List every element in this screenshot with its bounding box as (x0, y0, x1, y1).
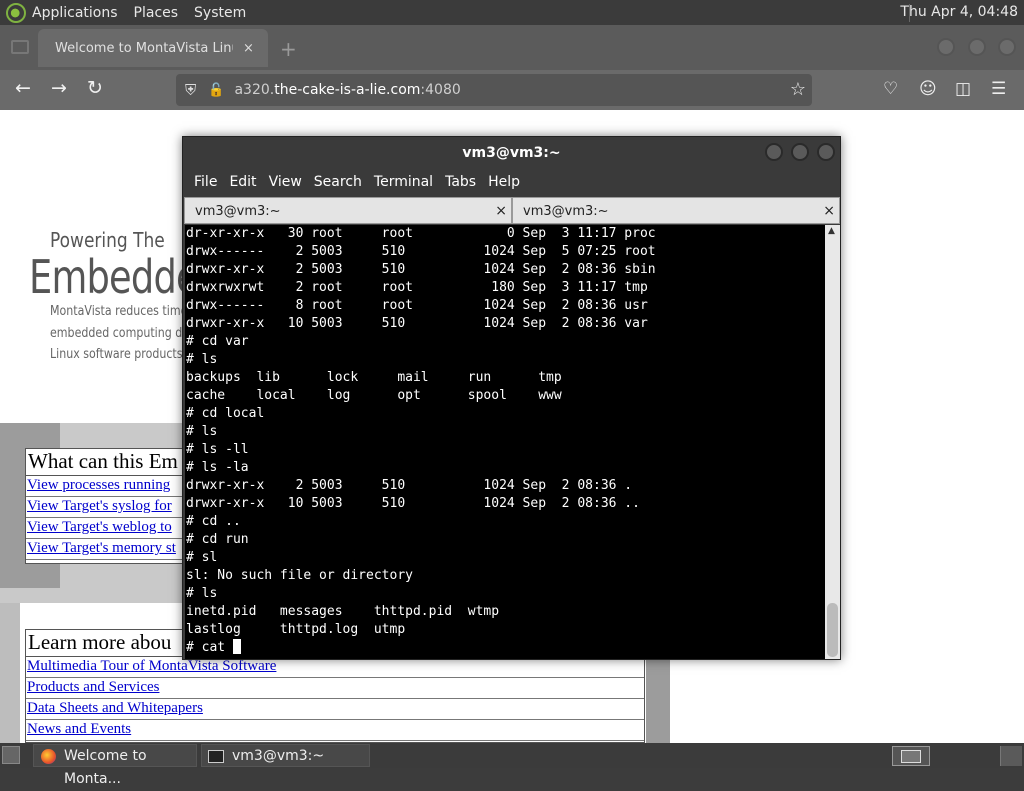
tracking-shield-icon[interactable]: ⛨ (185, 81, 196, 99)
menu-edit[interactable]: Edit (229, 174, 256, 190)
clock[interactable]: Thu Apr 4, 04:48 (900, 4, 1018, 20)
back-arrow-icon[interactable]: ← (15, 77, 31, 99)
scroll-up-icon[interactable]: ▲ (828, 226, 835, 236)
close-tab-icon[interactable]: × (243, 41, 254, 56)
browser-tab[interactable]: Welcome to MontaVista Linux × (38, 29, 268, 67)
top-panel: Applications Places System Thu Apr 4, 04… (0, 0, 1024, 25)
decorative-bar (0, 603, 20, 743)
terminal-tab-label: vm3@vm3:~ (195, 204, 281, 219)
show-desktop-icon[interactable] (2, 746, 20, 764)
workspace-switcher[interactable] (892, 746, 930, 766)
link-products-services[interactable]: Products and Services (26, 678, 644, 699)
menu-terminal[interactable]: Terminal (374, 174, 433, 190)
intro-line: Linux software products an (50, 347, 200, 362)
workspace-1[interactable] (901, 750, 921, 763)
link-multimedia-tour[interactable]: Multimedia Tour of MontaVista Software (26, 657, 644, 678)
new-tab-button[interactable]: + (280, 37, 297, 61)
minimize-window-button[interactable] (937, 38, 955, 56)
taskbar-item-firefox[interactable]: Welcome to Monta... (33, 744, 197, 787)
bottom-taskbar: Welcome to Monta... vm3@vm3:~ (0, 743, 1024, 787)
menu-file[interactable]: File (194, 174, 217, 190)
terminal-icon (208, 750, 224, 763)
terminal-menubar: File Edit View Search Terminal Tabs Help (183, 169, 840, 195)
link-data-sheets[interactable]: Data Sheets and Whitepapers (26, 699, 644, 720)
terminal-scrollbar[interactable]: ▲ (825, 225, 840, 659)
close-tab-icon[interactable]: × (823, 198, 835, 225)
pocket-icon[interactable]: ♡ (883, 79, 898, 99)
menu-help[interactable]: Help (488, 174, 520, 190)
menu-applications[interactable]: Applications (32, 5, 118, 21)
terminal-titlebar[interactable]: vm3@vm3:~ (183, 137, 840, 169)
terminal-tab[interactable]: vm3@vm3:~ × (512, 197, 840, 224)
gnome-logo-icon[interactable] (6, 2, 26, 23)
maximize-button[interactable] (791, 143, 809, 161)
account-icon[interactable]: ☺ (919, 79, 937, 99)
reload-icon[interactable]: ↻ (87, 77, 103, 99)
terminal-cursor (232, 639, 241, 654)
taskbar-item-terminal[interactable]: vm3@vm3:~ (201, 744, 370, 767)
close-tab-icon[interactable]: × (495, 198, 507, 225)
close-button[interactable] (817, 143, 835, 161)
browser-tab-title: Welcome to MontaVista Linux (55, 40, 233, 56)
url-bar[interactable]: ⛨ 🔓 a320.the-cake-is-a-lie.com:4080 ☆ (176, 74, 812, 106)
intro-line: MontaVista reduces time-to (50, 304, 203, 319)
terminal-text: dr-xr-xr-x 30 root root 0 Sep 3 11:17 pr… (186, 226, 656, 655)
close-window-button[interactable] (998, 38, 1016, 56)
tagline: Powering The (50, 228, 165, 252)
terminal-tab-bar: vm3@vm3:~ × vm3@vm3:~ × (183, 197, 840, 224)
minimize-button[interactable] (765, 143, 783, 161)
menu-system[interactable]: System (194, 5, 246, 21)
bookmark-star-icon[interactable]: ☆ (790, 79, 806, 100)
tab-overview-icon[interactable] (11, 40, 29, 54)
trash-icon[interactable] (1000, 746, 1022, 766)
terminal-output[interactable]: dr-xr-xr-x 30 root root 0 Sep 3 11:17 pr… (185, 225, 825, 659)
extensions-icon[interactable]: ◫ (955, 79, 971, 99)
firefox-icon (41, 749, 56, 764)
link-news-events[interactable]: News and Events (26, 720, 644, 741)
scrollbar-thumb[interactable] (827, 603, 838, 657)
browser-nav-bar: ← → ↻ ⛨ 🔓 a320.the-cake-is-a-lie.com:408… (0, 70, 1024, 110)
menu-tabs[interactable]: Tabs (445, 174, 476, 190)
menu-places[interactable]: Places (134, 5, 179, 21)
browser-tab-bar: Welcome to MontaVista Linux × + (0, 25, 1024, 70)
terminal-window[interactable]: vm3@vm3:~ File Edit View Search Terminal… (182, 136, 841, 660)
terminal-tab-label: vm3@vm3:~ (523, 204, 609, 219)
forward-arrow-icon[interactable]: → (51, 77, 67, 99)
intro-line: embedded computing deve (50, 326, 203, 341)
menu-search[interactable]: Search (314, 174, 362, 190)
terminal-tab[interactable]: vm3@vm3:~ × (184, 197, 512, 224)
menu-view[interactable]: View (269, 174, 302, 190)
hamburger-menu-icon[interactable]: ☰ (991, 79, 1006, 99)
maximize-window-button[interactable] (968, 38, 986, 56)
url-text[interactable]: a320.the-cake-is-a-lie.com:4080 (234, 82, 460, 98)
insecure-lock-icon[interactable]: 🔓 (208, 83, 224, 98)
